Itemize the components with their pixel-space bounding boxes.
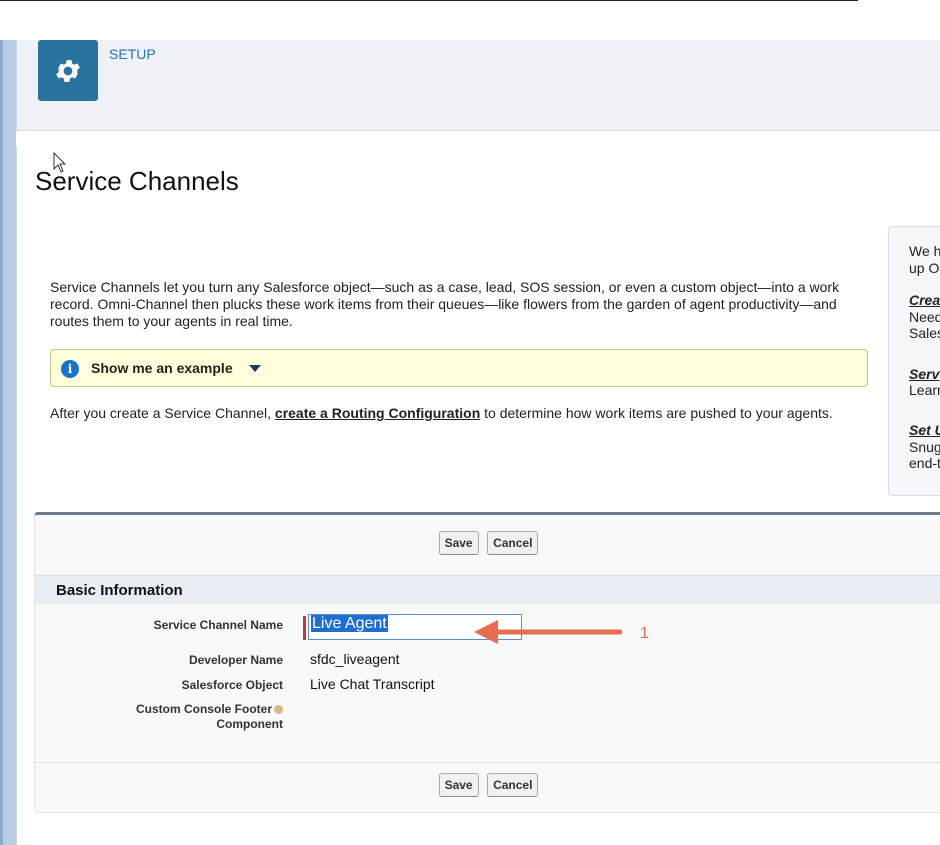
- salesforce-object-label: Salesforce Object: [181, 678, 283, 692]
- cancel-button[interactable]: Cancel: [487, 773, 539, 797]
- required-indicator: [303, 616, 306, 640]
- service-channel-form: Save Cancel Basic Information Service Ch…: [34, 512, 940, 813]
- show-example-toggle[interactable]: i Show me an example: [50, 349, 868, 387]
- intro-text: Service Channels let you turn any Salesf…: [50, 279, 840, 329]
- help-link-create[interactable]: Crea: [909, 292, 940, 308]
- top-button-bar: Save Cancel: [35, 531, 940, 571]
- help-sidebar: We h up O Crea Need Sales Serv Learn Set…: [888, 226, 940, 496]
- help-text: end-t: [909, 455, 940, 471]
- console-footer-label-line2: Component: [216, 717, 283, 731]
- service-channel-name-label: Service Channel Name: [153, 618, 283, 632]
- help-icon[interactable]: [274, 705, 283, 715]
- save-button[interactable]: Save: [438, 531, 479, 555]
- info-icon: i: [61, 360, 79, 378]
- help-text: Sales: [909, 325, 940, 341]
- help-intro-line: up O: [909, 260, 940, 276]
- left-edge-line: [0, 40, 3, 845]
- setup-tile[interactable]: [38, 40, 98, 101]
- main-content: Service Channels Service Channels let yo…: [16, 146, 940, 845]
- section-header: Basic Information: [35, 575, 940, 604]
- help-text: Snug: [909, 439, 940, 455]
- footer-divider: [35, 762, 940, 763]
- cancel-button[interactable]: Cancel: [487, 531, 539, 555]
- gear-icon: [56, 59, 80, 82]
- developer-name-value: sfdc_liveagent: [310, 651, 400, 667]
- help-text: Learn: [909, 382, 940, 398]
- save-button[interactable]: Save: [438, 773, 479, 797]
- annotation-number: 1: [640, 625, 649, 642]
- selected-text: Live Agent: [311, 615, 388, 632]
- section-title: Basic Information: [56, 582, 183, 599]
- routing-instructions: After you create a Service Channel, crea…: [50, 405, 840, 422]
- salesforce-object-value: Live Chat Transcript: [310, 676, 435, 692]
- routing-instructions-prefix: After you create a Service Channel,: [50, 405, 275, 421]
- create-routing-config-link[interactable]: create a Routing Configuration: [275, 405, 480, 421]
- show-example-label: Show me an example: [91, 360, 233, 376]
- caret-down-icon: [249, 365, 261, 372]
- developer-name-label: Developer Name: [188, 653, 283, 667]
- help-link-setup[interactable]: Set U: [909, 422, 940, 438]
- routing-instructions-suffix: to determine how work items are pushed t…: [480, 405, 833, 421]
- help-intro-line: We h: [909, 243, 940, 259]
- help-text: Need: [909, 309, 940, 325]
- console-footer-label: Custom Console Footer Component: [83, 702, 283, 732]
- setup-header: SETUP: [16, 40, 940, 131]
- top-divider: [0, 0, 858, 1]
- bottom-button-bar: Save Cancel: [35, 773, 940, 813]
- console-footer-label-line1: Custom Console Footer: [135, 702, 272, 716]
- page-title: Service Channels: [35, 166, 239, 196]
- setup-label[interactable]: SETUP: [109, 46, 156, 62]
- annotation-arrow-icon: [474, 620, 622, 644]
- help-link-service[interactable]: Serv: [909, 366, 939, 382]
